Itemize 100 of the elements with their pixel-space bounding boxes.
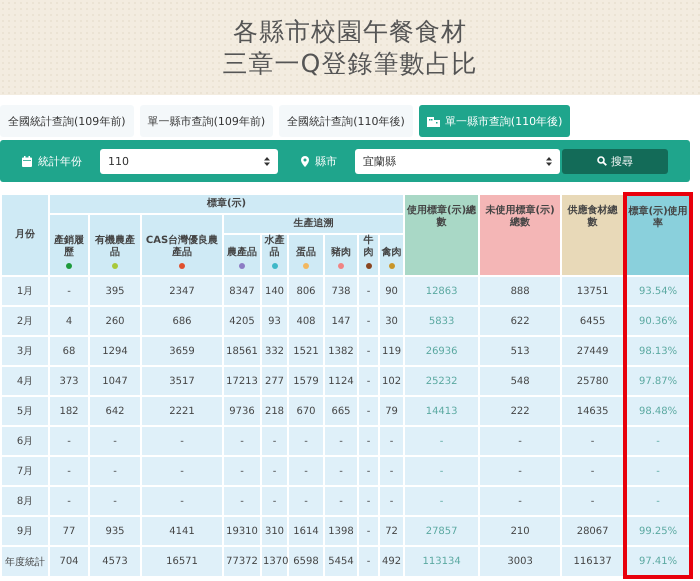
month-cell: 8月 (1, 486, 49, 516)
table-cell: - (625, 426, 692, 456)
caret-icon (546, 156, 552, 166)
table-cell: - (223, 486, 261, 516)
month-cell: 4月 (1, 366, 49, 396)
table-cell: 642 (89, 396, 141, 426)
table-cell: 27449 (561, 336, 626, 366)
table-cell: - (358, 456, 379, 486)
table-cell: 113134 (404, 546, 480, 577)
location-pin-icon (301, 156, 309, 166)
table-cell: - (324, 456, 358, 486)
county-select[interactable]: 宜蘭縣 (355, 148, 560, 174)
table-cell: 14635 (561, 396, 626, 426)
table-cell: 12863 (404, 276, 480, 306)
caret-icon (264, 156, 270, 166)
table-cell: - (223, 426, 261, 456)
table-cell: 1614 (288, 516, 324, 546)
column-label: 農產品 (226, 247, 258, 259)
table-cell: 93 (261, 306, 288, 336)
table-cell: 25232 (404, 366, 480, 396)
table-cell: - (561, 456, 626, 486)
table-cell: 373 (49, 366, 89, 396)
table-cell: 218 (261, 396, 288, 426)
table-cell: 686 (141, 306, 223, 336)
table-cell: - (324, 486, 358, 516)
table-cell: - (358, 336, 379, 366)
table-cell: 72 (379, 516, 404, 546)
table-cell: 622 (479, 306, 562, 336)
tab[interactable]: 單一縣市查詢(109年前) (140, 105, 274, 137)
table-cell: - (288, 486, 324, 516)
column-header: 標章(示)使用率 (625, 194, 692, 276)
calendar-icon (22, 156, 32, 166)
field-label: 縣市 (315, 154, 337, 168)
table-cell: - (379, 456, 404, 486)
table-cell: 116137 (561, 546, 626, 577)
table-cell: 665 (324, 396, 358, 426)
column-header: 生產追溯 (223, 214, 404, 234)
table-cell: 332 (261, 336, 288, 366)
table-cell: 222 (479, 396, 562, 426)
search-button[interactable]: 搜尋 (562, 148, 668, 174)
table-cell: - (358, 546, 379, 577)
column-label: CAS台灣優良農產品 (144, 235, 220, 259)
table-cell: - (479, 426, 562, 456)
table-cell: - (288, 426, 324, 456)
table-cell: 4573 (89, 546, 141, 577)
table-cell: 260 (89, 306, 141, 336)
column-label: 牛肉 (362, 235, 374, 259)
table-cell: 1521 (288, 336, 324, 366)
table-cell: 140 (261, 276, 288, 306)
table-cell: 3659 (141, 336, 223, 366)
table-cell: 738 (324, 276, 358, 306)
table-cell: 17213 (223, 366, 261, 396)
month-cell: 2月 (1, 306, 49, 336)
month-cell: 3月 (1, 336, 49, 366)
table-cell: - (49, 456, 89, 486)
table-cell: - (49, 276, 89, 306)
table-cell: 4 (49, 306, 89, 336)
table-cell: - (261, 486, 288, 516)
column-label: 水產品 (263, 235, 286, 259)
table-cell: - (49, 486, 89, 516)
table-cell: 1579 (288, 366, 324, 396)
table-cell: 90 (379, 276, 404, 306)
table-cell: - (358, 426, 379, 456)
table-cell: 310 (261, 516, 288, 546)
table-cell: - (358, 306, 379, 336)
table-cell: 8347 (223, 276, 261, 306)
table-cell: 3517 (141, 366, 223, 396)
table-cell: 77 (49, 516, 89, 546)
month-cell: 5月 (1, 396, 49, 426)
table-cell: 119 (379, 336, 404, 366)
table-cell: - (358, 366, 379, 396)
table-cell: 28067 (561, 516, 626, 546)
table-cell: 1370 (261, 546, 288, 577)
table-cell: 19310 (223, 516, 261, 546)
table-cell: - (89, 486, 141, 516)
year-select[interactable]: 110 (100, 148, 278, 174)
table-cell: 4205 (223, 306, 261, 336)
table-cell: 25780 (561, 366, 626, 396)
table-cell: - (404, 486, 480, 516)
table-cell: 888 (479, 276, 562, 306)
table-cell: 6455 (561, 306, 626, 336)
table-cell: 79 (379, 396, 404, 426)
table-cell: 704 (49, 546, 89, 577)
table-cell: 77372 (223, 546, 261, 577)
table-cell: 5833 (404, 306, 480, 336)
column-header: 未使用標章(示)總數 (479, 194, 562, 276)
table-cell: - (358, 516, 379, 546)
table-cell: 13751 (561, 276, 626, 306)
table-cell: 513 (479, 336, 562, 366)
tab[interactable]: 全國統計查詢(109年前) (0, 105, 134, 137)
table-cell: 395 (89, 276, 141, 306)
column-header: 標章(示) (49, 194, 404, 214)
table-cell: 935 (89, 516, 141, 546)
column-header: 供應食材總數 (561, 194, 626, 276)
table-cell: 26936 (404, 336, 480, 366)
table-cell: - (261, 456, 288, 486)
column-label: 有機農產品 (94, 235, 136, 259)
tab[interactable]: 全國統計查詢(110年後) (279, 105, 413, 137)
table-cell: 99.25% (625, 516, 692, 546)
table-cell: 1294 (89, 336, 141, 366)
